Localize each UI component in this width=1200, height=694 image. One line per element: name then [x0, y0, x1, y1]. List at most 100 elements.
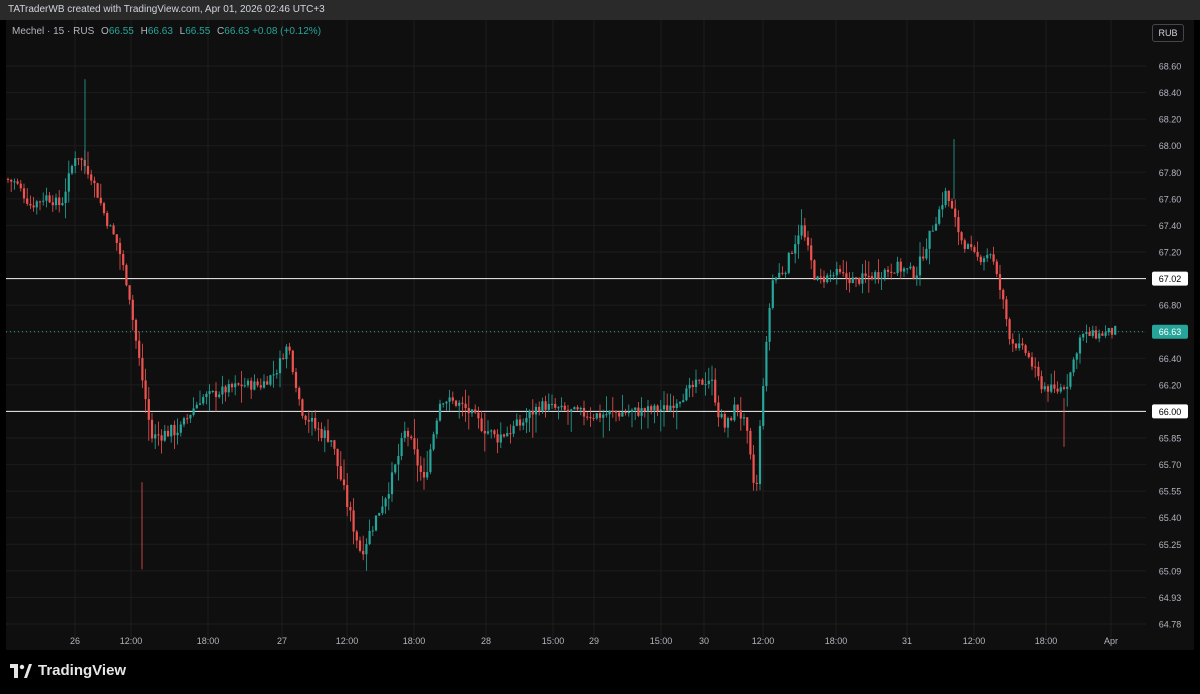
candle-body	[131, 299, 134, 320]
candle-body	[573, 407, 576, 410]
candle-body	[240, 384, 243, 387]
candle-body	[765, 341, 768, 387]
candle-body	[525, 417, 528, 423]
y-tick-label: 68.40	[1159, 88, 1182, 98]
candle-body	[435, 420, 438, 435]
candle-body	[442, 403, 445, 405]
candle-body	[870, 276, 874, 280]
candle-body	[848, 278, 851, 284]
candle-body	[669, 405, 672, 411]
candle-body	[406, 430, 410, 437]
candle-body	[714, 379, 717, 403]
x-tick-label: 31	[902, 636, 912, 646]
candle-body	[301, 399, 304, 416]
candle-body	[125, 265, 128, 286]
candle-body	[246, 380, 250, 386]
candle-body	[1056, 388, 1059, 392]
candle-body	[67, 173, 70, 192]
candle-body	[1101, 333, 1104, 336]
candle-body	[355, 531, 358, 541]
candle-body	[467, 408, 470, 414]
candle-body	[960, 232, 963, 241]
candle-body	[707, 380, 710, 385]
candle-body	[102, 203, 106, 214]
candle-body	[557, 407, 560, 409]
candle-body	[1014, 343, 1018, 349]
candle-body	[650, 406, 653, 411]
candle-body	[611, 410, 614, 412]
candle-body	[1011, 339, 1014, 344]
candle-body	[160, 435, 163, 441]
candle-body	[256, 381, 259, 386]
candle-body	[704, 384, 707, 386]
candle-body	[790, 252, 794, 254]
candle-body	[304, 415, 307, 420]
candle-body	[205, 393, 208, 398]
candle-body	[483, 430, 486, 434]
open-value: 66.55	[108, 26, 134, 37]
candle-body	[998, 274, 1002, 290]
tradingview-logo[interactable]: TradingView	[10, 662, 126, 679]
candle-body	[928, 230, 931, 249]
candle-body	[624, 412, 627, 414]
candle-body	[864, 273, 867, 277]
candle-body	[1027, 352, 1030, 358]
candle-body	[192, 408, 195, 415]
chart-area[interactable]: 68.60 68.40 68.20 68.00 67.80 67.60 67.40 67.20…	[6, 20, 1194, 650]
x-tick-label: 12:00	[963, 636, 986, 646]
candle-body	[48, 195, 51, 203]
candle-body	[752, 454, 755, 483]
candle-body	[189, 414, 192, 419]
candle-body	[307, 419, 310, 422]
candle-body	[1037, 366, 1040, 377]
y-tick-label: 65.85	[1159, 434, 1182, 444]
candle-body	[797, 235, 800, 245]
candle-body	[672, 405, 675, 408]
candle-body	[874, 272, 877, 280]
candle-body	[230, 384, 234, 388]
candle-body	[570, 409, 573, 412]
candle-body	[966, 244, 970, 249]
candle-body	[122, 254, 125, 266]
candle-body	[272, 374, 275, 376]
candle-body	[1110, 328, 1114, 335]
candle-body	[1066, 386, 1069, 389]
candle-body	[893, 272, 896, 274]
candle-body	[774, 277, 778, 281]
candle-body	[19, 183, 22, 189]
candle-body	[237, 383, 240, 385]
currency-button[interactable]: RUB	[1152, 24, 1184, 42]
candle-body	[99, 197, 102, 204]
candle-body	[352, 510, 355, 532]
candle-body	[755, 482, 758, 484]
price-chart[interactable]: 68.60 68.40 68.20 68.00 67.80 67.60 67.40 67.20…	[6, 20, 1194, 650]
candle-body	[854, 277, 858, 279]
candle-body	[963, 240, 966, 249]
candle-body	[877, 272, 880, 279]
candle-body	[438, 403, 442, 421]
candle-body	[794, 244, 797, 254]
candle-body	[182, 418, 186, 425]
candle-body	[982, 258, 986, 263]
attribution-text: TATraderWB created with TradingView.com,…	[8, 4, 325, 15]
candle-body	[96, 183, 99, 198]
y-tick-label: 64.93	[1159, 593, 1182, 603]
y-tick-label: 65.70	[1159, 460, 1182, 470]
candle-body	[422, 471, 426, 478]
candle-body	[1082, 333, 1085, 338]
candle-body	[58, 197, 61, 206]
candle-body	[35, 201, 38, 208]
candle-body	[250, 380, 253, 390]
candle-body	[163, 430, 166, 441]
candle-body	[224, 386, 227, 393]
candle-body	[506, 433, 509, 437]
candle-body	[736, 404, 739, 411]
candle-body	[1034, 366, 1037, 368]
candle-body	[1094, 330, 1098, 339]
candle-body	[659, 409, 662, 412]
candle-body	[419, 465, 422, 472]
x-tick-label: Apr	[1104, 636, 1118, 646]
candle-body	[298, 387, 301, 400]
candle-body	[6, 178, 10, 180]
y-tick-label: 66.40	[1159, 354, 1182, 364]
